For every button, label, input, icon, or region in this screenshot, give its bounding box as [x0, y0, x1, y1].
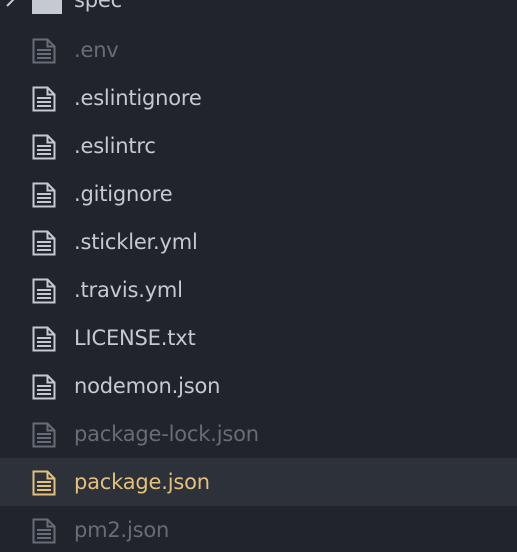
file-text-icon: [32, 86, 56, 112]
file-text-icon: [32, 422, 56, 448]
file-label: .eslintignore: [74, 86, 202, 110]
tree-file-stickler-yml[interactable]: .stickler.yml: [0, 218, 517, 266]
file-text-icon: [32, 374, 56, 400]
tree-file-eslintrc[interactable]: .eslintrc: [0, 122, 517, 170]
tree-file-travis-yml[interactable]: .travis.yml: [0, 266, 517, 314]
tree-file-env[interactable]: .env: [0, 26, 517, 74]
file-text-icon: [32, 134, 56, 160]
tree-file-nodemon-json[interactable]: nodemon.json: [0, 362, 517, 410]
chevron-right-icon[interactable]: [2, 0, 18, 8]
file-text-icon: [32, 326, 56, 352]
tree-folder-spec[interactable]: spec: [0, 0, 517, 18]
file-text-icon: [32, 278, 56, 304]
file-tree: spec .env .eslintignore .eslintrc .gitig…: [0, 0, 517, 552]
file-label: package.json: [74, 470, 210, 494]
tree-file-pm2-json[interactable]: pm2.json: [0, 506, 517, 552]
tree-file-package-lock-json[interactable]: package-lock.json: [0, 410, 517, 458]
tree-file-license[interactable]: LICENSE.txt: [0, 314, 517, 362]
file-label: .travis.yml: [74, 278, 183, 302]
folder-icon: [32, 0, 62, 14]
file-label: pm2.json: [74, 518, 170, 542]
file-label: .gitignore: [74, 182, 173, 206]
tree-file-package-json[interactable]: package.json: [0, 458, 517, 506]
file-label: .env: [74, 38, 119, 62]
file-text-icon: [32, 470, 56, 496]
file-label: package-lock.json: [74, 422, 259, 446]
file-label: .stickler.yml: [74, 230, 198, 254]
file-text-icon: [32, 182, 56, 208]
tree-file-gitignore[interactable]: .gitignore: [0, 170, 517, 218]
file-label: .eslintrc: [74, 134, 156, 158]
file-label: nodemon.json: [74, 374, 221, 398]
file-text-icon: [32, 518, 56, 544]
file-text-icon: [32, 230, 56, 256]
file-text-icon: [32, 38, 56, 64]
tree-file-eslintignore[interactable]: .eslintignore: [0, 74, 517, 122]
file-label: LICENSE.txt: [74, 326, 196, 350]
folder-label: spec: [74, 0, 122, 12]
